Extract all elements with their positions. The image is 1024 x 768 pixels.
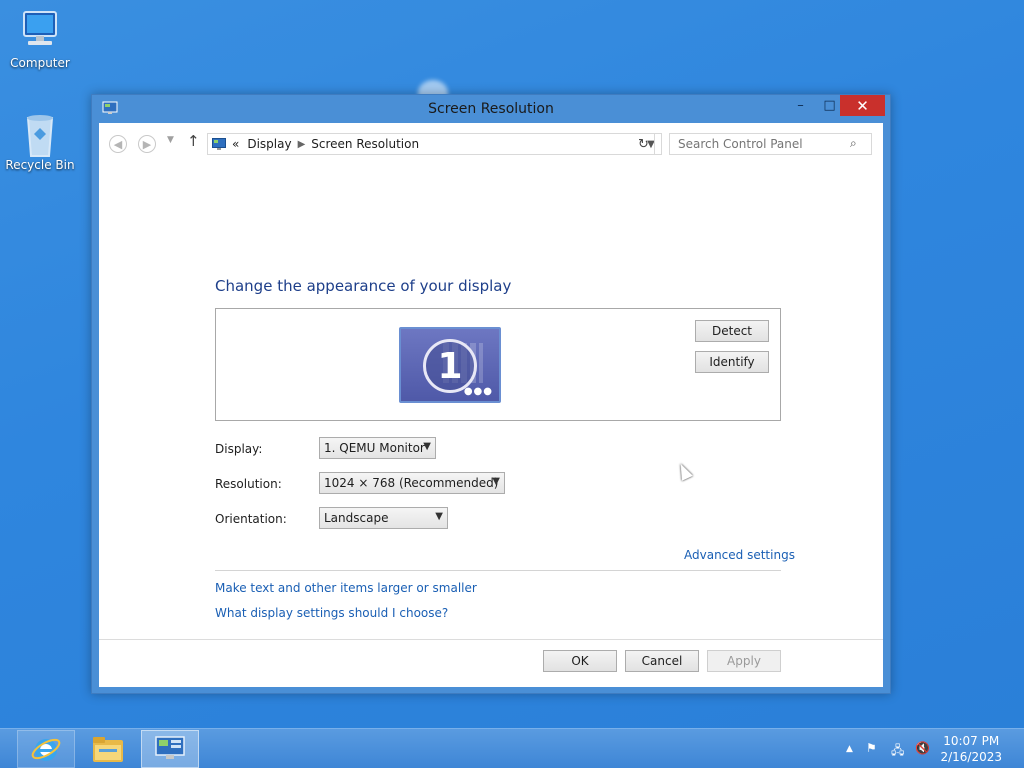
window-title: Screen Resolution — [428, 101, 554, 117]
taskbar-internet-explorer[interactable] — [17, 730, 75, 768]
desktop-icon-label: Computer — [10, 56, 70, 70]
network-icon[interactable]: 🖧 — [891, 741, 904, 762]
breadcrumb-separator-icon[interactable]: ▶ — [298, 139, 306, 150]
identify-button[interactable]: Identify — [695, 351, 769, 373]
desktop-icon-label: Recycle Bin — [5, 158, 75, 172]
search-icon[interactable]: ⌕ — [850, 136, 857, 151]
control-panel-icon — [212, 138, 226, 150]
text-size-link[interactable]: Make text and other items larger or smal… — [215, 581, 477, 595]
resolution-select-value: 1024 × 768 (Recommended) — [324, 476, 499, 490]
monitor-number: 1 — [423, 339, 477, 393]
monitor-dots-icon: ●●● — [463, 386, 493, 397]
taskbar: ▲ ⚑ 🖧 🔇 10:07 PM 2/16/2023 — [0, 728, 1024, 768]
divider — [215, 570, 781, 571]
cancel-button[interactable]: Cancel — [625, 650, 699, 672]
minimize-button[interactable]: – — [786, 95, 815, 116]
internet-explorer-icon — [31, 738, 61, 761]
forward-arrow-icon[interactable]: ▶ — [138, 135, 156, 153]
desktop-icon-recycle-bin[interactable]: Recycle Bin — [0, 110, 80, 172]
ok-button[interactable]: OK — [543, 650, 617, 672]
desktop-icon-computer[interactable]: Computer — [0, 8, 80, 70]
chevron-down-icon: ▼ — [492, 476, 500, 487]
up-arrow-icon[interactable]: ↑ — [187, 132, 200, 150]
action-center-flag-icon[interactable]: ⚑ — [866, 741, 877, 755]
folder-icon — [93, 737, 123, 762]
clock-date: 2/16/2023 — [940, 750, 1002, 764]
recycle-bin-icon — [18, 110, 62, 157]
computer-icon — [18, 8, 62, 52]
clock-time: 10:07 PM — [943, 734, 1000, 748]
screen-resolution-window: Screen Resolution – □ ✕ ◀ ▶ ▼ ↑ « Displa… — [91, 94, 891, 694]
search-input[interactable] — [669, 133, 872, 155]
control-panel-icon — [155, 736, 185, 759]
detect-button[interactable]: Detect — [695, 320, 769, 342]
navigation-bar: ◀ ▶ ▼ ↑ « Display ▶ Screen Resolution ▼ … — [99, 123, 883, 163]
page-title: Change the appearance of your display — [215, 277, 512, 295]
orientation-select[interactable]: Landscape ▼ — [319, 507, 448, 529]
monitor-preview[interactable]: 1 ●●● — [399, 327, 501, 403]
orientation-label: Orientation: — [215, 512, 287, 526]
display-select[interactable]: 1. QEMU Monitor ▼ — [319, 437, 436, 459]
orientation-select-value: Landscape — [324, 511, 389, 525]
address-bar[interactable]: « Display ▶ Screen Resolution ▼ — [207, 133, 662, 155]
apply-button[interactable]: Apply — [707, 650, 781, 672]
display-label: Display: — [215, 442, 263, 456]
show-hidden-icons-chevron-icon[interactable]: ▲ — [846, 744, 853, 754]
taskbar-control-panel[interactable] — [141, 730, 199, 768]
breadcrumb-screen-resolution[interactable]: Screen Resolution — [311, 137, 419, 151]
resolution-select[interactable]: 1024 × 768 (Recommended) ▼ — [319, 472, 505, 494]
breadcrumb-overflow[interactable]: « — [232, 137, 239, 151]
display-select-value: 1. QEMU Monitor — [324, 441, 425, 455]
window-client-area: ◀ ▶ ▼ ↑ « Display ▶ Screen Resolution ▼ … — [99, 123, 883, 687]
display-preview-area: 1 ●●● Detect Identify — [215, 308, 781, 421]
refresh-icon[interactable]: ↻ — [633, 133, 655, 155]
footer-divider — [99, 639, 883, 640]
title-bar[interactable]: Screen Resolution – □ ✕ — [92, 95, 890, 123]
resolution-label: Resolution: — [215, 477, 282, 491]
advanced-settings-link[interactable]: Advanced settings — [684, 548, 795, 562]
display-settings-help-link[interactable]: What display settings should I choose? — [215, 606, 448, 620]
close-button[interactable]: ✕ — [840, 95, 885, 116]
speaker-muted-icon[interactable]: 🔇 — [915, 741, 930, 755]
recent-pages-chevron-icon[interactable]: ▼ — [167, 135, 174, 145]
chevron-down-icon: ▼ — [435, 511, 443, 522]
system-clock[interactable]: 10:07 PM 2/16/2023 — [940, 733, 1002, 765]
breadcrumb-display[interactable]: Display — [247, 137, 291, 151]
chevron-down-icon: ▼ — [423, 441, 431, 452]
taskbar-file-explorer[interactable] — [79, 730, 137, 768]
back-arrow-icon[interactable]: ◀ — [109, 135, 127, 153]
